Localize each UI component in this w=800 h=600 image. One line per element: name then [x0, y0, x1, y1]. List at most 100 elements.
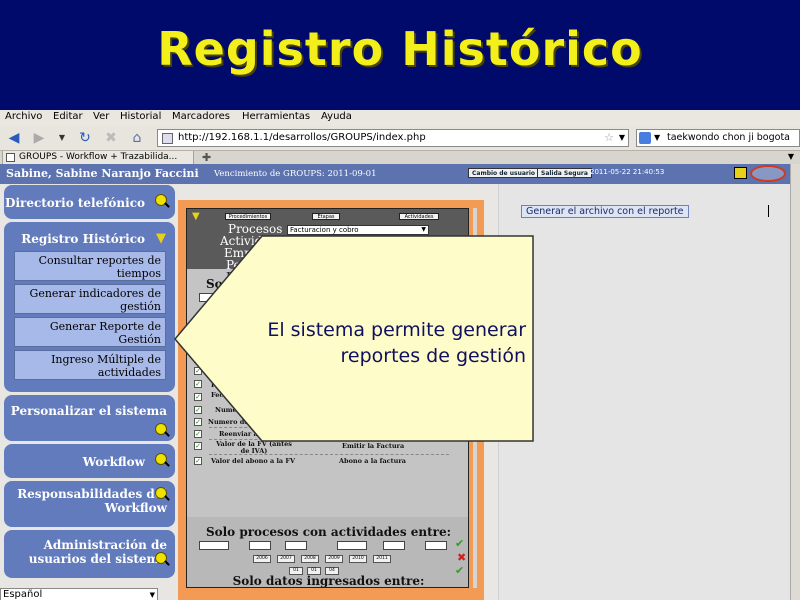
clear-x-icon[interactable]: ✖ [457, 552, 467, 563]
mail-icon[interactable] [734, 167, 747, 179]
search-icon [155, 552, 167, 564]
year-button[interactable]: 2006 [253, 555, 271, 563]
history-item-indicators[interactable]: Generar indicadores de gestión [14, 284, 166, 314]
divider [209, 427, 449, 428]
reload-icon[interactable]: ↻ [76, 129, 94, 147]
row-label: Fecha de [211, 381, 244, 389]
page-scrollbar[interactable] [790, 164, 800, 600]
slide-title-band: Registro Histórico [0, 0, 800, 110]
form-scrollbar[interactable] [473, 208, 477, 588]
field-input[interactable] [199, 293, 213, 302]
year-button[interactable]: 2008 [301, 555, 319, 563]
page-icon [6, 153, 15, 162]
engine-dropdown-icon[interactable]: ▼ [654, 130, 660, 146]
sidebar-item-label: Directorio telefónico [5, 196, 145, 210]
menu-ayuda[interactable]: Ayuda [321, 111, 352, 122]
action-label[interactable]: Emitir la Factura [342, 442, 404, 450]
search-icon [155, 423, 167, 435]
sidebar-item-workflow[interactable]: Workflow [4, 444, 175, 478]
url-bar[interactable]: http://192.168.1.1/desarrollos/GROUPS/in… [157, 129, 629, 147]
row-checkbox[interactable]: ✓ [194, 367, 202, 375]
chevron-down-icon: ▼ [149, 591, 155, 599]
tab-actividades[interactable]: Actividades [399, 213, 439, 220]
google-icon[interactable] [639, 132, 651, 144]
date-input[interactable] [383, 541, 405, 550]
search-icon [155, 453, 167, 465]
chevron-down-icon: ▼ [421, 226, 426, 233]
search-input[interactable]: ▼ taekwondo chon ji bogota [636, 129, 800, 147]
history-item-time-reports[interactable]: Consultar reportes de tiempos [14, 251, 166, 281]
text-cursor [768, 205, 769, 217]
action-label[interactable]: Solicitar Facturacion [337, 430, 414, 438]
date-input[interactable] [337, 541, 367, 550]
row-checkbox[interactable]: ✓ [194, 430, 202, 438]
row-label: Numero de la nueva factura [208, 418, 310, 426]
confirm-check-icon[interactable]: ✔ [455, 538, 465, 549]
history-item-multiple-entry[interactable]: Ingreso Múltiple de actividades [14, 350, 166, 380]
tab-etapas[interactable]: Etapas [312, 213, 340, 220]
year-button[interactable]: 2011 [373, 555, 391, 563]
back-arrow-icon[interactable]: ◀ [5, 129, 23, 147]
year-button[interactable]: 2010 [349, 555, 367, 563]
p-label: P [226, 270, 235, 284]
date-input[interactable] [199, 541, 229, 550]
procesos-value: Facturacion y cobro [290, 226, 359, 234]
sidebar-item-personalize[interactable]: Personalizar el sistema [4, 395, 175, 441]
sidebar-item-label: Personalizar el sistema [10, 404, 167, 418]
sidebar-item-user-admin[interactable]: Administración de usuarios del sistema [4, 530, 175, 578]
expiry-label: Vencimiento de GROUPS: 2011-09-01 [214, 169, 377, 179]
generate-report-button[interactable]: Generar el archivo con el reporte [521, 205, 689, 218]
bookmark-star-icon[interactable]: ☆ [604, 130, 614, 146]
menu-herramientas[interactable]: Herramientas [242, 111, 310, 122]
sidebar-item-label: Administración de usuarios del sistema [28, 538, 167, 566]
tab-groups[interactable]: GROUPS - Workflow + Trazabilida... [2, 151, 194, 165]
action-label[interactable]: Abono a la factura [339, 457, 406, 465]
row-checkbox[interactable]: ✓ [194, 393, 202, 401]
url-dropdown-icon[interactable]: ▼ [619, 130, 625, 146]
row-checkbox[interactable]: ✓ [194, 418, 202, 426]
search-icon [155, 194, 167, 206]
row-checkbox[interactable]: ✓ [194, 355, 202, 363]
sidebar-section-label[interactable]: Registro Histórico [21, 232, 145, 246]
history-dropdown-icon[interactable]: ▼ [53, 129, 71, 147]
sidebar: Directorio telefónico Registro Histórico… [0, 184, 180, 600]
row-checkbox[interactable]: ✓ [194, 406, 202, 414]
row-label: Numero de la F [215, 406, 272, 414]
date-input[interactable] [285, 541, 307, 550]
row-checkbox[interactable]: ✓ [194, 380, 202, 388]
date-input[interactable] [249, 541, 271, 550]
language-value: Español [3, 589, 43, 600]
row-checkbox[interactable]: ✓ [194, 457, 202, 465]
row-label: Reenviar a Facturar [219, 430, 292, 438]
tab-list-icon[interactable]: ▼ [788, 152, 794, 161]
date-filters: Solo procesos con actividades entre: ✔ 2… [187, 517, 468, 587]
user-name: Sabine, Sabine Naranjo Faccini [6, 167, 199, 180]
stop-icon[interactable]: ✖ [102, 129, 120, 147]
filter-icon: ▼ [192, 211, 200, 222]
menu-archivo[interactable]: Archivo [5, 111, 42, 122]
menu-marcadores[interactable]: Marcadores [172, 111, 230, 122]
logout-button[interactable]: Salida Segura [537, 168, 592, 178]
sidebar-item-directory[interactable]: Directorio telefónico [4, 185, 175, 219]
language-select[interactable]: Español ▼ [0, 588, 158, 600]
date-input[interactable] [425, 541, 447, 550]
menu-ver[interactable]: Ver [93, 111, 109, 122]
home-icon[interactable]: ⌂ [128, 129, 146, 147]
action-label[interactable]: Anular la Factura [342, 418, 406, 426]
sidebar-item-workflow-responsibilities[interactable]: Responsabilidades del Workflow [4, 481, 175, 527]
change-user-button[interactable]: Cambio de usuario [468, 168, 540, 178]
row-checkbox[interactable]: ✓ [194, 442, 202, 450]
groups-logo [750, 165, 786, 182]
new-tab-icon[interactable]: ✚ [202, 151, 211, 164]
tab-procedimientos[interactable]: Procedimientos [225, 213, 271, 220]
year-button[interactable]: 2007 [277, 555, 295, 563]
forward-arrow-icon[interactable]: ▶ [30, 129, 48, 147]
menu-editar[interactable]: Editar [53, 111, 83, 122]
url-text: http://192.168.1.1/desarrollos/GROUPS/in… [178, 132, 426, 143]
history-item-management-report[interactable]: Generar Reporte de Gestión [14, 317, 166, 347]
user-header: Sabine, Sabine Naranjo Faccini Vencimien… [0, 164, 790, 184]
procesos-select[interactable]: Facturacion y cobro ▼ [287, 225, 429, 235]
menu-historial[interactable]: Historial [120, 111, 161, 122]
sidebar-item-label: Responsabilidades del Workflow [17, 487, 167, 515]
year-button[interactable]: 2009 [325, 555, 343, 563]
